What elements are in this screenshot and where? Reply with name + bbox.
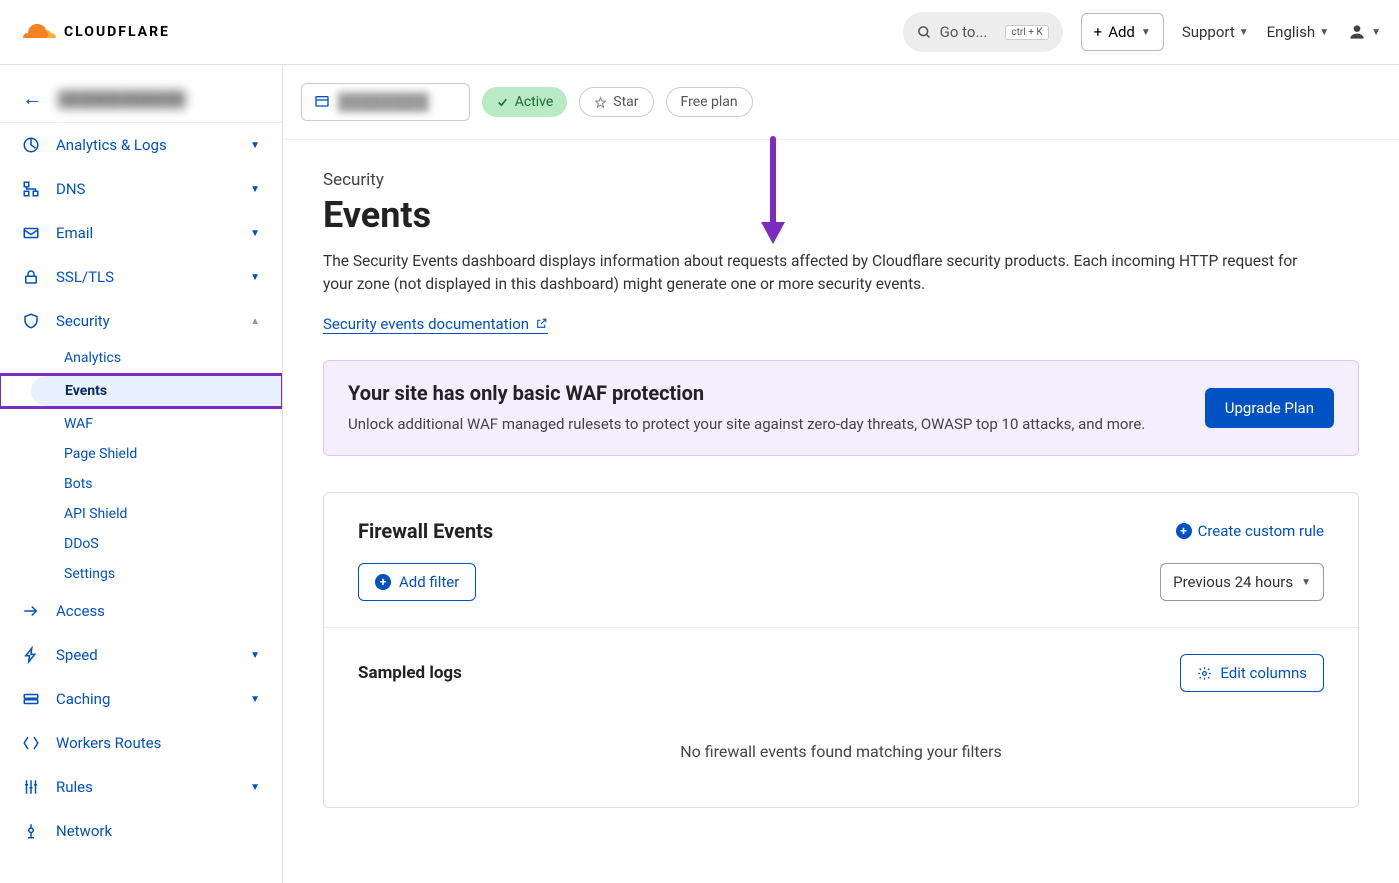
sidebar-item-security[interactable]: Security ▲ <box>0 299 282 343</box>
banner-title: Your site has only basic WAF protection <box>348 381 1181 405</box>
edit-columns-button[interactable]: Edit columns <box>1180 654 1324 692</box>
sidebar-item-dns[interactable]: DNS ▼ <box>0 167 282 211</box>
sidebar-sub-analytics[interactable]: Analytics <box>0 343 282 373</box>
sidebar-item-access[interactable]: Access <box>0 589 282 633</box>
domain-bar: ████████ Active Star Free plan <box>283 65 1399 140</box>
search-icon <box>917 25 932 40</box>
page-description: The Security Events dashboard displays i… <box>323 250 1323 297</box>
dns-icon <box>22 180 40 198</box>
chevron-down-icon: ▼ <box>250 272 260 283</box>
chevron-down-icon: ▼ <box>250 782 260 793</box>
sidebar-item-email[interactable]: Email ▼ <box>0 211 282 255</box>
time-range-select[interactable]: Previous 24 hours ▼ <box>1160 563 1324 601</box>
logo[interactable]: CLOUDFLARE <box>18 20 170 44</box>
chevron-down-icon: ▼ <box>1141 27 1151 38</box>
chevron-down-icon: ▼ <box>1239 27 1249 38</box>
support-label: Support <box>1182 23 1235 41</box>
language-menu[interactable]: English ▼ <box>1267 23 1329 41</box>
account-menu[interactable]: ▼ <box>1347 22 1381 42</box>
plus-circle-icon: + <box>375 574 391 590</box>
chevron-up-icon: ▲ <box>250 316 260 327</box>
firewall-events-title: Firewall Events <box>358 519 493 543</box>
chevron-down-icon: ▼ <box>250 140 260 151</box>
add-button[interactable]: + Add ▼ <box>1081 13 1164 51</box>
email-icon <box>22 224 40 242</box>
star-icon <box>594 96 607 109</box>
plus-circle-icon: + <box>1176 523 1192 539</box>
sidebar-item-speed[interactable]: Speed ▼ <box>0 633 282 677</box>
bolt-icon <box>22 646 40 664</box>
network-icon <box>22 822 40 840</box>
star-button[interactable]: Star <box>579 87 653 117</box>
status-badge: Active <box>482 87 568 117</box>
highlight-annotation: Events <box>0 373 283 409</box>
access-icon <box>22 602 40 620</box>
chevron-down-icon: ▼ <box>250 228 260 239</box>
global-search[interactable]: Go to... ctrl + K <box>903 12 1063 52</box>
search-shortcut: ctrl + K <box>1005 25 1048 40</box>
arrow-annotation <box>753 134 793 258</box>
chevron-down-icon: ▼ <box>250 650 260 661</box>
user-icon <box>1347 22 1367 42</box>
firewall-events-card: Firewall Events + Create custom rule + A… <box>323 492 1359 808</box>
shield-icon <box>22 312 40 330</box>
chevron-down-icon: ▼ <box>250 184 260 195</box>
search-placeholder: Go to... <box>940 23 988 41</box>
add-filter-button[interactable]: + Add filter <box>358 563 476 601</box>
top-header: CLOUDFLARE Go to... ctrl + K + Add ▼ Sup… <box>0 0 1399 65</box>
analytics-icon <box>22 136 40 154</box>
chevron-down-icon: ▼ <box>1371 27 1381 38</box>
plus-icon: + <box>1094 23 1103 41</box>
sidebar-item-rules[interactable]: Rules ▼ <box>0 765 282 809</box>
check-icon <box>496 96 509 109</box>
lock-icon <box>22 268 40 286</box>
gear-icon <box>1197 666 1212 681</box>
sidebar-sub-events[interactable]: Events <box>31 376 281 406</box>
sidebar-item-caching[interactable]: Caching ▼ <box>0 677 282 721</box>
sidebar-sub-settings[interactable]: Settings <box>0 559 282 589</box>
rules-icon <box>22 778 40 796</box>
chevron-down-icon: ▼ <box>1319 27 1329 38</box>
caching-icon <box>22 690 40 708</box>
cloudflare-logo-icon <box>18 20 58 44</box>
sidebar-sub-api-shield[interactable]: API Shield <box>0 499 282 529</box>
brand-text: CLOUDFLARE <box>64 24 170 40</box>
create-custom-rule-link[interactable]: + Create custom rule <box>1176 522 1324 540</box>
sidebar-item-analytics-logs[interactable]: Analytics & Logs ▼ <box>0 123 282 167</box>
content: Security Events The Security Events dash… <box>283 140 1399 838</box>
language-label: English <box>1267 23 1316 41</box>
breadcrumb: Security <box>323 170 1359 190</box>
documentation-link[interactable]: Security events documentation <box>323 315 548 334</box>
domain-selector[interactable]: ████████ <box>301 83 470 121</box>
chevron-down-icon: ▼ <box>250 694 260 705</box>
account-name-redacted: ████████████ <box>58 90 186 108</box>
support-menu[interactable]: Support ▼ <box>1182 23 1249 41</box>
external-link-icon <box>535 317 548 330</box>
main: ████████ Active Star Free plan Security … <box>283 65 1399 883</box>
sampled-logs-title: Sampled logs <box>358 663 462 683</box>
workers-icon <box>22 734 40 752</box>
banner-description: Unlock additional WAF managed rulesets t… <box>348 413 1181 436</box>
domain-name-redacted: ████████ <box>338 92 429 112</box>
chevron-down-icon: ▼ <box>1301 577 1311 588</box>
sidebar: ← ████████████ Analytics & Logs ▼ DNS ▼ … <box>0 65 283 883</box>
add-label: Add <box>1108 23 1135 41</box>
sidebar-sub-waf[interactable]: WAF <box>0 409 282 439</box>
sidebar-sub-bots[interactable]: Bots <box>0 469 282 499</box>
sidebar-sub-ddos[interactable]: DDoS <box>0 529 282 559</box>
sidebar-sub-page-shield[interactable]: Page Shield <box>0 439 282 469</box>
sidebar-item-ssl-tls[interactable]: SSL/TLS ▼ <box>0 255 282 299</box>
page-title: Events <box>323 194 1359 236</box>
sidebar-item-network[interactable]: Network <box>0 809 282 853</box>
sidebar-item-workers-routes[interactable]: Workers Routes <box>0 721 282 765</box>
website-icon <box>314 94 330 110</box>
back-arrow-icon[interactable]: ← <box>22 86 42 111</box>
empty-state-message: No firewall events found matching your f… <box>358 692 1324 781</box>
back-row: ← ████████████ <box>0 75 282 123</box>
plan-badge: Free plan <box>666 87 753 117</box>
upgrade-plan-button[interactable]: Upgrade Plan <box>1205 388 1334 428</box>
upgrade-banner: Your site has only basic WAF protection … <box>323 360 1359 457</box>
